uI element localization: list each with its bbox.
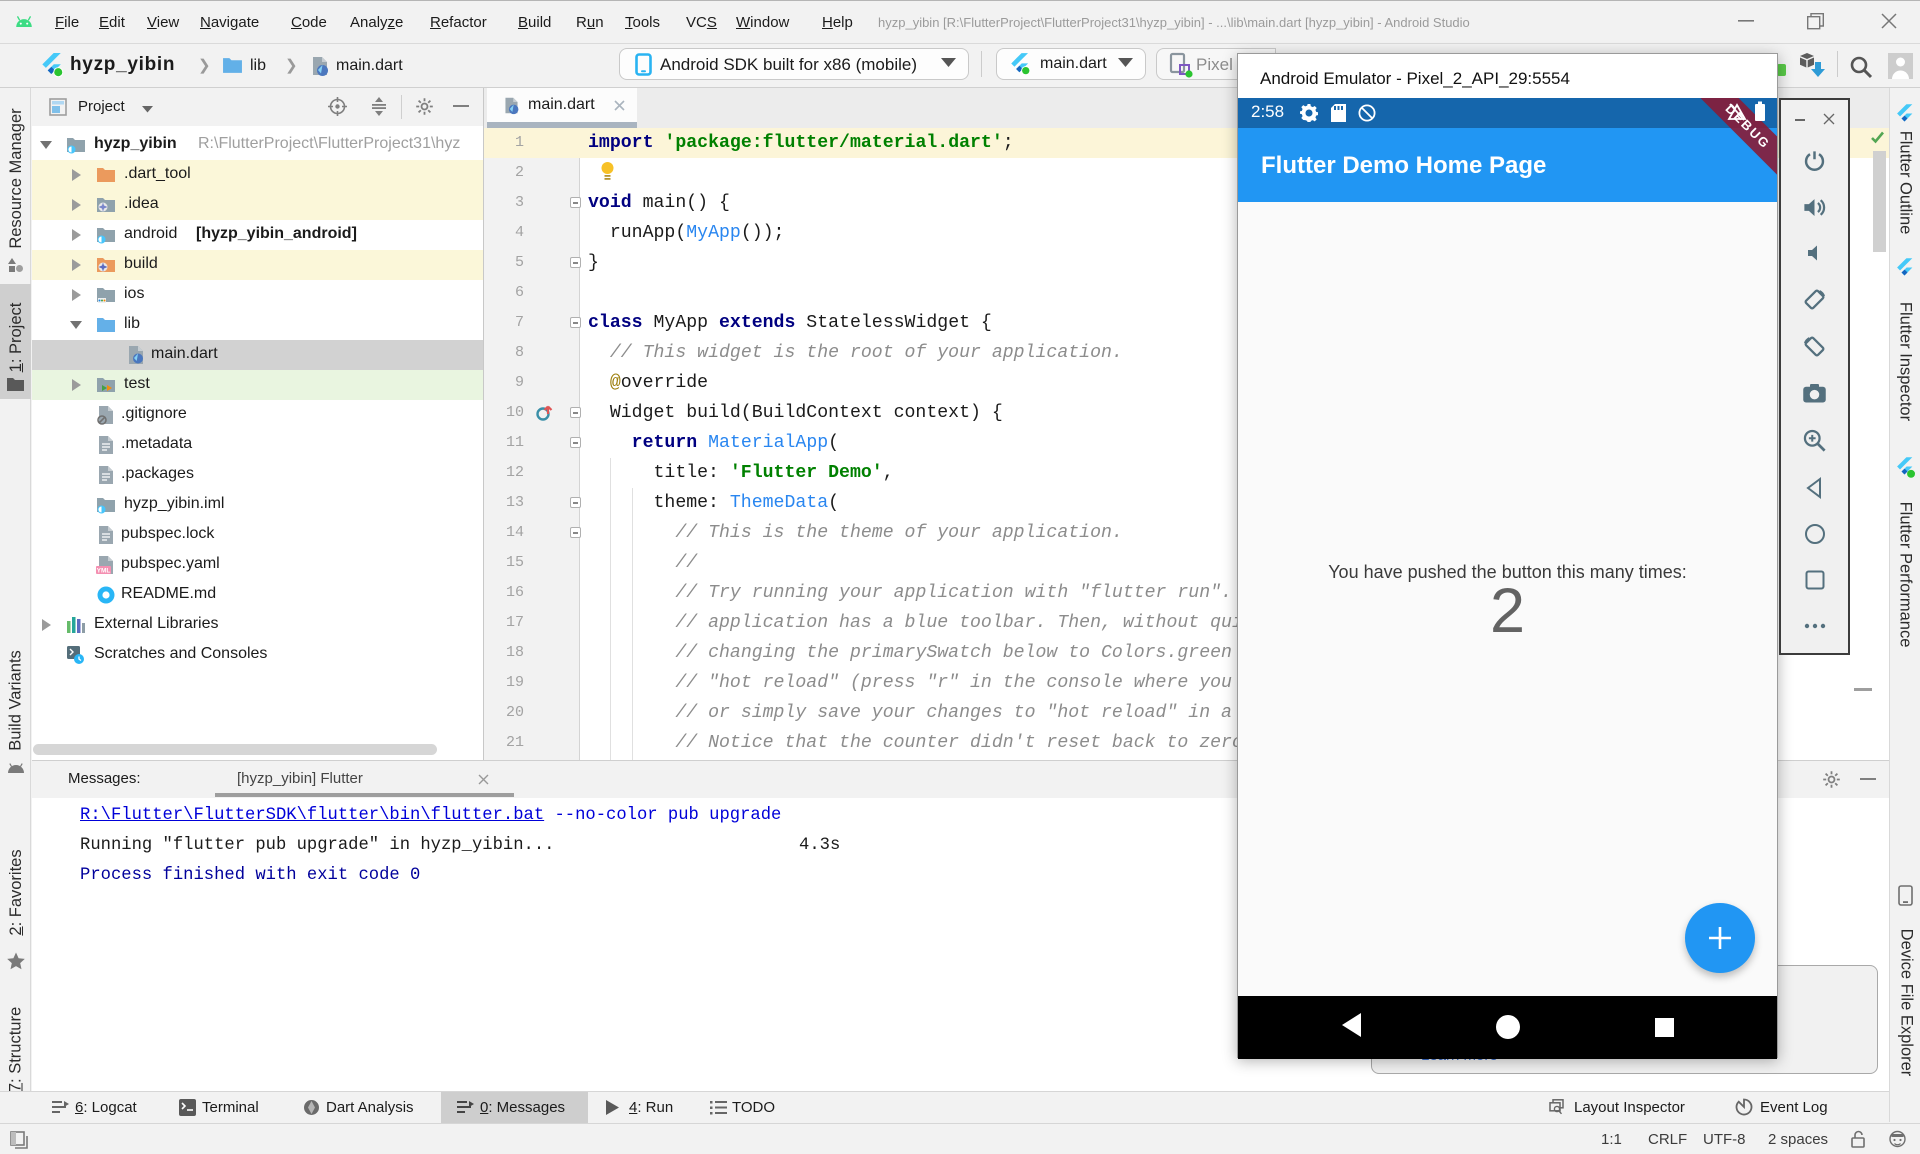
svg-text:YML: YML [97,568,111,575]
